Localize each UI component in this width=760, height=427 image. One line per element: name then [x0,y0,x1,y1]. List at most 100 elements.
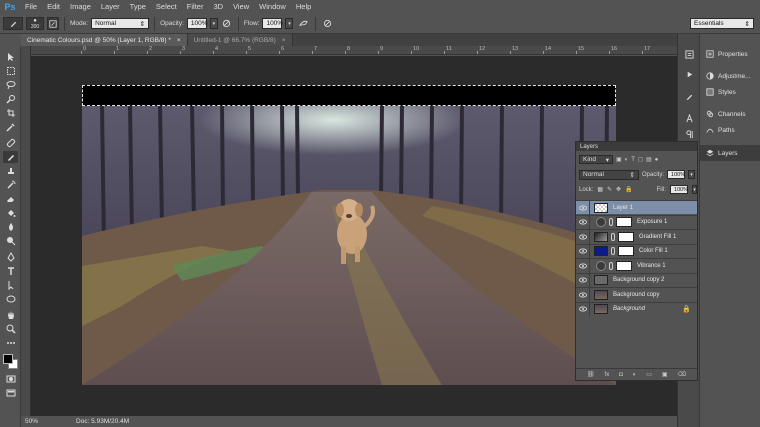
quick-mask-button[interactable] [3,373,18,385]
brush-presets-button[interactable] [683,90,695,102]
lock-pixels-icon[interactable]: ✎ [607,186,612,193]
menu-filter[interactable]: Filter [182,0,209,14]
layer-visibility-toggle[interactable] [576,302,590,316]
menu-select[interactable]: Select [151,0,182,14]
panel-layers[interactable]: Layers [700,145,760,161]
airbrush-button[interactable] [296,17,310,30]
panel-styles[interactable]: Styles [700,84,760,100]
blur-tool[interactable] [3,221,18,233]
move-tool[interactable] [3,51,18,63]
hand-tool[interactable] [3,309,18,321]
menu-3d[interactable]: 3D [208,0,228,14]
tab-cinematic-colours[interactable]: Cinematic Colours.psd @ 50% (Layer 1, RG… [21,34,188,46]
layer-row[interactable]: Background copy 2 [576,272,697,287]
clone-stamp-tool[interactable] [3,165,18,177]
menu-image[interactable]: Image [65,0,96,14]
zoom-tool[interactable] [3,323,18,335]
panel-adjustments[interactable]: Adjustme... [700,68,760,84]
layer-visibility-toggle[interactable] [576,215,590,229]
layer-row[interactable]: Background 🔒 [576,301,697,316]
pressure-opacity-button[interactable] [221,17,233,30]
foreground-color-swatch-top[interactable] [3,354,13,364]
workspace-select[interactable]: Essentials ⇕ [690,18,754,29]
layer-row[interactable]: Exposure 1 [576,214,697,229]
blend-mode-select[interactable]: Normal ⇕ [579,169,639,180]
actions-panel-button[interactable] [683,68,695,80]
dodge-tool[interactable] [3,235,18,247]
quick-selection-tool[interactable] [3,93,18,105]
brush-tool[interactable] [3,151,18,163]
layer-visibility-toggle[interactable] [576,244,590,258]
layer-visibility-toggle[interactable] [576,273,590,287]
add-mask-icon[interactable]: ◘ [619,372,623,378]
menu-help[interactable]: Help [291,0,316,14]
document-canvas[interactable] [82,85,616,385]
lasso-tool[interactable] [3,79,18,91]
brush-panel-toggle[interactable] [47,17,59,30]
eraser-tool[interactable] [3,193,18,205]
filter-toggle-icon[interactable]: ● [655,157,659,163]
doc-size[interactable]: Doc: 5.93M/20.4M [76,418,129,425]
trash-icon[interactable]: ⌫ [677,371,685,378]
layer-row[interactable]: Background copy [576,287,697,302]
shape-tool[interactable] [3,293,18,305]
layer-row[interactable]: Vibrance 1 [576,258,697,273]
filter-adjustment-icon[interactable]: ◐ [625,157,629,163]
lock-position-icon[interactable]: ✥ [616,186,621,193]
paint-bucket-tool[interactable] [3,207,18,219]
layer-fill-input[interactable]: 100% [669,185,688,194]
history-panel-button[interactable] [683,48,695,60]
panel-channels[interactable]: Channels [700,106,760,122]
history-brush-tool[interactable] [3,179,18,191]
zoom-level[interactable]: 50% [25,418,38,425]
layer-visibility-toggle[interactable] [576,287,590,302]
menu-file[interactable]: File [20,0,42,14]
layer-style-icon[interactable]: fx [605,372,610,378]
filter-pixel-icon[interactable]: ▣ [616,156,622,163]
new-layer-icon[interactable]: ▣ [662,371,668,378]
close-icon[interactable]: × [177,37,181,44]
layer-row[interactable]: Gradient Fill 1 [576,229,697,244]
brush-size-picker[interactable]: ● 300 [26,17,44,30]
tool-preset-picker[interactable] [3,17,23,30]
menu-layer[interactable]: Layer [96,0,125,14]
mode-select[interactable]: Normal ⇕ [91,18,150,29]
lock-transparent-icon[interactable]: ▦ [597,186,603,193]
filter-smart-icon[interactable]: ▤ [646,156,652,163]
filter-shape-icon[interactable]: ◻ [638,156,643,163]
character-panel-button[interactable] [683,112,695,124]
layer-row[interactable]: Color Fill 1 [576,243,697,258]
new-adjustment-icon[interactable]: ◐ [633,372,637,378]
crop-tool[interactable] [3,107,18,119]
healing-brush-tool[interactable] [3,137,18,149]
flow-dropdown[interactable]: ▾ [285,18,294,29]
layer-visibility-toggle[interactable] [576,229,590,244]
pen-tool[interactable] [3,251,18,263]
layer-visibility-toggle[interactable] [576,200,590,215]
screen-mode-button[interactable] [3,387,18,399]
layer-row[interactable]: Layer 1 [576,200,697,215]
path-selection-tool[interactable] [3,279,18,291]
panel-paths[interactable]: Paths [700,122,760,138]
layer-opacity-dropdown[interactable]: ▾ [688,170,696,179]
tab-untitled-1[interactable]: Untitled-1 @ 66.7% (RGB/8) × [187,34,293,46]
link-layers-icon[interactable]: ⛓ [587,371,595,378]
layer-filter-select[interactable]: Kind ▾ [579,155,613,164]
type-tool[interactable] [3,265,18,277]
menu-type[interactable]: Type [125,0,151,14]
marquee-tool[interactable] [3,65,18,77]
paragraph-panel-button[interactable] [683,128,695,140]
opacity-dropdown[interactable]: ▾ [209,18,218,29]
panel-properties[interactable]: Properties [700,46,760,62]
layer-opacity-input[interactable]: 100% [667,170,685,179]
pressure-size-button[interactable] [321,17,333,30]
lock-all-icon[interactable]: 🔒 [625,186,632,193]
filter-type-icon[interactable]: T [631,157,635,163]
flow-input[interactable]: 100% [262,18,283,29]
menu-edit[interactable]: Edit [42,0,65,14]
menu-view[interactable]: View [228,0,254,14]
opacity-input[interactable]: 100% [186,18,208,29]
layer-fill-dropdown[interactable]: ▾ [691,185,697,194]
more-tools[interactable] [3,337,18,349]
menu-window[interactable]: Window [254,0,291,14]
